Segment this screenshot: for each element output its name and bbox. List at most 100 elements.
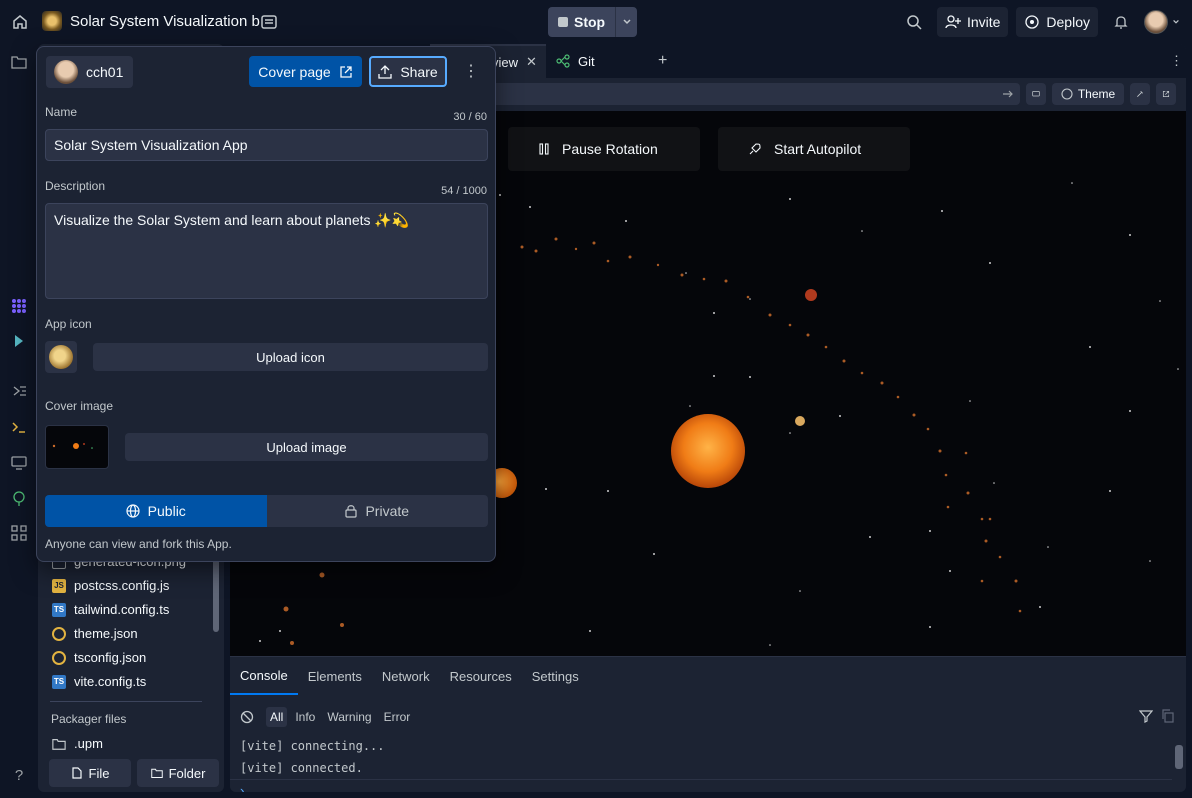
deploy-tree-icon[interactable]: [9, 489, 29, 509]
upload-icon: [378, 64, 392, 79]
console-line: [vite] connecting...: [240, 739, 385, 753]
console-filters: All Info Warning Error: [240, 707, 414, 727]
file-name: postcss.config.js: [74, 578, 170, 593]
file-item[interactable]: .upm: [52, 736, 103, 751]
tab-git[interactable]: Git: [546, 44, 642, 78]
add-user-icon: [945, 15, 961, 29]
tab-settings[interactable]: Settings: [522, 657, 589, 695]
js-file-icon: JS: [52, 578, 66, 593]
start-autopilot-label: Start Autopilot: [774, 141, 862, 157]
upload-image-button[interactable]: Upload image: [125, 433, 488, 461]
top-actions: Invite Deploy: [899, 7, 1180, 37]
file-item[interactable]: JS postcss.config.js: [52, 578, 169, 593]
avatar: [1144, 10, 1168, 34]
divider: [230, 779, 1172, 780]
devtools-icon[interactable]: [1130, 83, 1150, 105]
account-menu[interactable]: [1144, 10, 1180, 34]
file-item[interactable]: tsconfig.json: [52, 650, 146, 665]
new-folder-button[interactable]: Folder: [137, 759, 219, 787]
assistant-icon[interactable]: [9, 331, 29, 351]
search-icon[interactable]: [899, 7, 929, 37]
divider: [50, 701, 202, 702]
theme-button[interactable]: Theme: [1052, 83, 1124, 105]
deploy-icon: [1025, 15, 1040, 29]
invite-button[interactable]: Invite: [936, 7, 1009, 37]
chevron-down-icon[interactable]: [615, 7, 638, 37]
app-title[interactable]: Solar System Visualization b: [42, 11, 260, 31]
filter-all[interactable]: All: [266, 707, 288, 727]
cover-page-button[interactable]: Cover page: [249, 56, 362, 87]
description-field[interactable]: Visualize the Solar System and learn abo…: [45, 203, 488, 299]
description-label: Description: [45, 179, 106, 193]
private-option[interactable]: Private: [266, 495, 488, 527]
tab-console[interactable]: Console: [230, 657, 298, 695]
monitor-icon[interactable]: [9, 453, 29, 473]
chevron-down-icon: [1173, 19, 1179, 24]
prompt-chevron-icon[interactable]: ›: [240, 783, 244, 792]
pause-rotation-label: Pause Rotation: [562, 141, 658, 157]
tab-resources[interactable]: Resources: [440, 657, 522, 695]
visibility-toggle: Public Private: [45, 495, 488, 527]
pause-rotation-button[interactable]: Pause Rotation: [508, 127, 700, 171]
app-settings-popover: cch01 Cover page Share ⋮ Name 30 / 60 So…: [36, 46, 496, 562]
upload-icon-button[interactable]: Upload icon: [93, 343, 488, 371]
file-name: tsconfig.json: [74, 650, 147, 665]
packager-files-label: Packager files: [51, 712, 127, 726]
tab-label: Git: [578, 53, 595, 69]
console-scrollbar[interactable]: [1175, 745, 1183, 769]
app-info-icon[interactable]: [258, 11, 280, 33]
app-logo-icon: [42, 11, 62, 31]
visibility-hint: Anyone can view and fork this App.: [45, 537, 232, 551]
help-icon[interactable]: ?: [9, 765, 29, 785]
bell-icon[interactable]: [1106, 7, 1136, 37]
invite-label: Invite: [966, 14, 1001, 30]
rocket-icon: [749, 143, 761, 155]
workflow-icon[interactable]: [9, 381, 29, 401]
filter-info[interactable]: Info: [291, 707, 319, 727]
public-label: Public: [147, 503, 186, 519]
user-chip[interactable]: cch01: [46, 56, 134, 88]
new-folder-label: Folder: [168, 765, 206, 781]
clear-console-icon[interactable]: [240, 710, 254, 724]
folder-plus-icon: [150, 768, 163, 778]
json-file-icon: [52, 650, 66, 665]
stop-main[interactable]: Stop: [548, 7, 616, 37]
tab-elements[interactable]: Elements: [298, 657, 372, 695]
ts-file-icon: TS: [52, 674, 66, 689]
start-autopilot-button[interactable]: Start Autopilot: [718, 127, 910, 171]
share-button[interactable]: Share: [369, 56, 447, 87]
home-icon[interactable]: [8, 10, 32, 34]
filter-warning[interactable]: Warning: [323, 707, 375, 727]
file-item[interactable]: TS tailwind.config.ts: [52, 602, 169, 617]
name-label: Name: [45, 105, 78, 119]
new-file-button[interactable]: File: [49, 759, 131, 787]
agent-icon[interactable]: [9, 296, 29, 316]
public-option[interactable]: Public: [45, 495, 267, 527]
external-link-icon[interactable]: [1156, 83, 1176, 105]
filter-icon[interactable]: [1139, 709, 1153, 723]
device-icon[interactable]: [1026, 83, 1046, 105]
stop-icon: [558, 17, 568, 27]
add-tab-icon[interactable]: +: [648, 44, 677, 78]
lock-icon: [345, 505, 358, 518]
cover-page-label: Cover page: [258, 63, 331, 80]
console-line: [vite] connected.: [240, 761, 363, 775]
shell-icon[interactable]: [9, 417, 29, 437]
avatar: [54, 60, 78, 84]
more-vertical-icon[interactable]: ⋮: [461, 61, 481, 81]
username: cch01: [86, 64, 124, 80]
file-item[interactable]: theme.json: [52, 626, 138, 641]
deploy-button[interactable]: Deploy: [1016, 7, 1098, 37]
name-field[interactable]: Solar System Visualization App: [45, 129, 488, 161]
all-tools-icon[interactable]: [9, 523, 29, 543]
filter-error[interactable]: Error: [380, 707, 415, 727]
tab-network[interactable]: Network: [372, 657, 440, 695]
app-icon-label: App icon: [45, 317, 92, 331]
close-icon[interactable]: ✕: [526, 54, 537, 70]
stop-button[interactable]: Stop: [548, 7, 638, 37]
more-vertical-icon[interactable]: ⋮: [1160, 44, 1186, 78]
file-item[interactable]: TS vite.config.ts: [52, 674, 146, 689]
cover-image-label: Cover image: [45, 399, 114, 413]
copy-icon[interactable]: [1161, 709, 1175, 723]
files-icon[interactable]: [9, 52, 29, 72]
